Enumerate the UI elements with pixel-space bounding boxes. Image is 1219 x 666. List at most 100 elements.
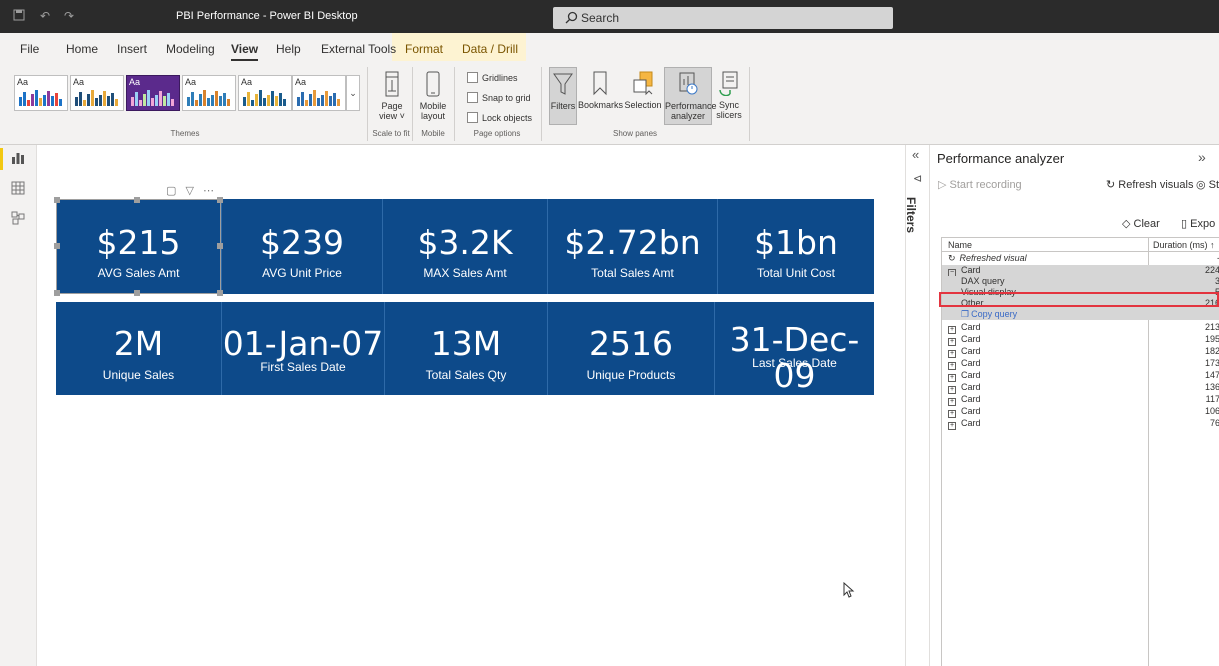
theme-tile[interactable]: Aa: [238, 75, 292, 111]
snap-to-grid-checkbox[interactable]: Snap to grid: [467, 92, 531, 103]
mobile-layout-button[interactable]: Mobile layout: [416, 71, 450, 121]
table-row[interactable]: + Card 106: [942, 406, 1219, 418]
snap-to-grid-label: Snap to grid: [482, 93, 531, 103]
copy-query-link[interactable]: ❐ Copy query: [942, 309, 1219, 320]
menu-modeling[interactable]: Modeling: [166, 42, 215, 56]
expand-icon[interactable]: +: [948, 350, 956, 358]
data-view-icon[interactable]: [11, 181, 25, 195]
refresh-visuals-label: Refresh visuals: [1118, 179, 1194, 191]
page-view-button[interactable]: Page view ˅: [374, 71, 410, 121]
card-value: $239: [260, 223, 344, 262]
menu-file[interactable]: File: [20, 42, 39, 56]
expand-icon[interactable]: +: [948, 362, 956, 370]
expand-icon[interactable]: +: [948, 386, 956, 394]
model-view-icon[interactable]: [11, 211, 25, 225]
column-header-duration[interactable]: Duration (ms) ↑: [1153, 240, 1215, 250]
table-row[interactable]: + Card 213: [942, 322, 1219, 334]
mobile-icon: [426, 71, 440, 97]
search-box[interactable]: Search: [553, 7, 893, 29]
card-total-sales-qty[interactable]: 13M Total Sales Qty: [385, 302, 547, 395]
start-recording-button[interactable]: ▷ Start recording: [938, 178, 1022, 191]
report-view-icon[interactable]: [11, 151, 25, 165]
card-total-sales-amt[interactable]: $2.72bn Total Sales Amt: [548, 199, 717, 294]
page-view-icon: [385, 71, 399, 97]
refresh-visuals-button[interactable]: ↻ Refresh visuals: [1106, 178, 1193, 191]
expand-icon[interactable]: +: [948, 374, 956, 382]
focus-mode-icon[interactable]: ▢: [166, 185, 176, 197]
group-separator: [749, 67, 750, 141]
export-button[interactable]: ▯ Expo: [1181, 217, 1215, 230]
table-row[interactable]: − Card 224: [942, 265, 1219, 277]
visual-filter-icon[interactable]: ▽: [185, 185, 193, 197]
refresh-icon: ↻: [948, 253, 956, 263]
table-row[interactable]: ↻Refreshed visual -: [942, 253, 1219, 264]
filters-pane-button[interactable]: Filters: [549, 67, 577, 125]
menu-format[interactable]: Format: [405, 42, 443, 56]
menu-home[interactable]: Home: [66, 42, 98, 56]
expand-icon[interactable]: +: [948, 398, 956, 406]
theme-tile[interactable]: Aa: [292, 75, 346, 111]
table-row[interactable]: DAX query 3: [942, 276, 1219, 287]
theme-swatch: [131, 88, 174, 106]
table-row[interactable]: + Card 136: [942, 382, 1219, 394]
redo-icon[interactable]: ↷: [62, 9, 76, 23]
selection-pane-button[interactable]: Selection: [623, 70, 663, 110]
column-header-name[interactable]: Name: [948, 240, 972, 250]
theme-tile[interactable]: Aa: [182, 75, 236, 111]
expand-right-icon[interactable]: »: [1198, 149, 1206, 165]
card-avg-unit-price[interactable]: $239 AVG Unit Price: [222, 199, 382, 294]
theme-tile-selected[interactable]: Aa: [126, 75, 180, 111]
expand-icon[interactable]: +: [948, 410, 956, 418]
table-row[interactable]: + Card 182: [942, 346, 1219, 358]
menu-help[interactable]: Help: [276, 42, 301, 56]
start-recording-label: Start recording: [949, 179, 1022, 191]
card-label: Last Sales Date: [752, 356, 837, 370]
clear-button[interactable]: ◇ Clear: [1122, 217, 1160, 230]
visual-header: ▢ ▽ ⋯: [166, 184, 214, 197]
theme-tile[interactable]: Aa: [14, 75, 68, 111]
theme-swatch: [75, 88, 118, 106]
card-unique-products[interactable]: 2516 Unique Products: [548, 302, 714, 395]
expand-icon[interactable]: +: [948, 338, 956, 346]
card-value: 01-Jan-07: [222, 324, 384, 363]
search-placeholder: Search: [581, 11, 620, 25]
expand-icon[interactable]: +: [948, 326, 956, 334]
undo-icon[interactable]: ↶: [38, 9, 52, 23]
performance-analyzer-button[interactable]: Performance analyzer: [664, 67, 717, 125]
table-row[interactable]: + Card 173: [942, 358, 1219, 370]
menu-external-tools[interactable]: External Tools: [321, 42, 396, 56]
filters-vertical-label: Filters: [904, 196, 919, 234]
selected-visual-outline[interactable]: [54, 197, 223, 296]
lock-objects-checkbox[interactable]: Lock objects: [467, 112, 532, 123]
expand-icon[interactable]: +: [948, 422, 956, 430]
menu-insert[interactable]: Insert: [117, 42, 147, 56]
filter-funnel-icon: ⊲: [913, 173, 923, 185]
card-value: 2516: [589, 324, 673, 363]
card-total-unit-cost[interactable]: $1bn Total Unit Cost: [718, 199, 874, 294]
filters-vertical-label-wrap[interactable]: Filters: [904, 190, 927, 240]
table-row[interactable]: + Card 76: [942, 418, 1219, 430]
table-row[interactable]: + Card 195: [942, 334, 1219, 346]
gridlines-checkbox[interactable]: Gridlines: [467, 72, 518, 83]
collapse-left-icon[interactable]: «: [912, 147, 919, 162]
group-label-page-options: Page options: [473, 129, 521, 138]
card-unique-sales[interactable]: 2M Unique Sales: [56, 302, 221, 395]
save-icon[interactable]: [12, 9, 26, 23]
record-icon: ▷: [938, 179, 947, 191]
card-last-sales-date[interactable]: 31-Dec-09 Last Sales Date: [715, 302, 874, 395]
more-options-icon[interactable]: ⋯: [203, 185, 214, 197]
theme-aa: Aa: [73, 77, 85, 87]
themes-more-icon[interactable]: ⌄: [346, 75, 360, 111]
stop-button[interactable]: ◎ St: [1196, 178, 1219, 191]
card-label: MAX Sales Amt: [423, 266, 507, 280]
menu-data-drill[interactable]: Data / Drill: [462, 42, 518, 56]
table-row[interactable]: + Card 117: [942, 394, 1219, 406]
theme-tile[interactable]: Aa: [70, 75, 124, 111]
card-label: AVG Unit Price: [262, 266, 342, 280]
menu-view[interactable]: View: [231, 42, 259, 61]
bookmarks-pane-button[interactable]: Bookmarks: [578, 70, 623, 110]
sync-slicers-button[interactable]: Sync slicers: [714, 70, 744, 120]
card-max-sales-amt[interactable]: $3.2K MAX Sales Amt: [383, 199, 547, 294]
card-first-sales-date[interactable]: 01-Jan-07 First Sales Date: [222, 302, 384, 395]
table-row[interactable]: + Card 147: [942, 370, 1219, 382]
